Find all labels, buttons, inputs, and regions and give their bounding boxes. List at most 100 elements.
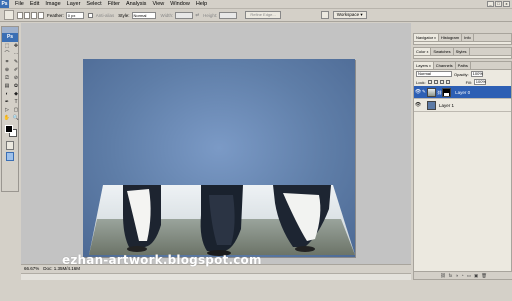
eraser-tool-icon[interactable]: ▤ <box>3 83 11 90</box>
healing-brush-icon[interactable]: ⊕ <box>3 67 11 74</box>
watermark-text: ezhan-artwork.blogspot.com <box>62 253 262 267</box>
menu-analysis[interactable]: Analysis <box>123 0 149 9</box>
slice-tool-icon[interactable]: ✎ <box>12 59 20 66</box>
adjustment-layer-icon[interactable]: ◔ <box>461 273 464 278</box>
tab-histogram[interactable]: Histogram <box>438 34 463 41</box>
brush-tool-icon[interactable]: ✐ <box>12 67 20 74</box>
gradient-tool-icon[interactable]: ✿ <box>12 83 20 90</box>
palette-well-icon[interactable] <box>320 11 329 19</box>
layer-thumbnail <box>427 87 436 97</box>
marquee-tool-icon[interactable]: ⬚ <box>3 43 11 50</box>
menu-edit[interactable]: Edit <box>27 0 42 9</box>
subtract-selection-icon[interactable] <box>31 11 37 19</box>
horizontal-scrollbar[interactable] <box>21 273 411 280</box>
zoom-level[interactable]: 66.67% <box>24 265 42 273</box>
screen-mode-button[interactable] <box>6 152 14 161</box>
move-tool-icon[interactable]: ✥ <box>12 43 20 50</box>
lock-label: Lock: <box>416 79 426 85</box>
tab-close-icon[interactable]: x <box>434 36 436 40</box>
tab-styles[interactable]: Styles <box>453 48 470 55</box>
quick-mask-button[interactable] <box>6 141 14 150</box>
opacity-input[interactable]: 100% <box>470 71 483 77</box>
menu-layer[interactable]: Layer <box>64 0 84 9</box>
lasso-tool-icon[interactable]: ⌒ <box>3 51 11 58</box>
tab-swatches[interactable]: Swatches <box>431 48 454 55</box>
width-input[interactable] <box>175 11 194 19</box>
style-select[interactable]: Normal <box>131 11 156 19</box>
document-canvas[interactable] <box>83 59 355 257</box>
new-group-icon[interactable]: ▭ <box>467 273 471 279</box>
blend-mode-select[interactable]: Normal <box>416 71 452 77</box>
blur-tool-icon[interactable]: ◐ <box>3 91 11 98</box>
intersect-selection-icon[interactable] <box>38 11 44 19</box>
lock-all-icon[interactable] <box>445 80 450 84</box>
dodge-tool-icon[interactable]: ◆ <box>12 91 20 98</box>
lock-image-icon[interactable] <box>433 80 438 84</box>
lock-transparent-icon[interactable] <box>427 80 432 84</box>
layers-footer: ⛓ fx ◑ ◔ ▭ ▣ 🗑 <box>414 271 512 279</box>
hand-tool-icon[interactable]: ✋ <box>3 115 11 122</box>
marquee-tool-preset-icon[interactable] <box>4 10 14 20</box>
clone-stamp-icon[interactable]: ⎚ <box>3 75 11 82</box>
magic-wand-icon[interactable]: ⋯ <box>12 51 20 58</box>
menu-bar: Ps File Edit Image Layer Select Filter A… <box>0 0 512 9</box>
crop-tool-icon[interactable]: ⌗ <box>3 59 11 66</box>
lock-position-icon[interactable] <box>439 80 444 84</box>
menu-filter[interactable]: Filter <box>105 0 123 9</box>
link-layers-icon[interactable]: ⛓ <box>440 273 446 279</box>
layer-name[interactable]: Layer 1 <box>439 103 454 108</box>
foreground-color-swatch[interactable] <box>5 125 13 133</box>
tab-paths[interactable]: Paths <box>455 62 471 69</box>
tab-layers[interactable]: Layersx <box>414 62 434 69</box>
tab-close-icon[interactable]: x <box>429 64 431 68</box>
eye-icon[interactable]: 👁 <box>414 102 422 108</box>
height-input[interactable] <box>219 11 238 19</box>
minimize-button[interactable]: _ <box>487 1 494 7</box>
tab-channels[interactable]: Channels <box>433 62 456 69</box>
tab-info[interactable]: Info <box>462 34 474 41</box>
path-select-icon[interactable]: ▷ <box>3 107 11 114</box>
toolbox-logo: Ps <box>2 33 18 42</box>
menu-select[interactable]: Select <box>83 0 104 9</box>
layer-style-icon[interactable]: fx <box>449 273 453 278</box>
history-brush-icon[interactable]: ⊘ <box>12 75 20 82</box>
add-mask-icon[interactable]: ◑ <box>455 273 458 278</box>
menu-file[interactable]: File <box>12 0 27 9</box>
layer-row-layer-1[interactable]: 👁 Layer 1 <box>414 99 511 112</box>
maximize-button[interactable]: □ <box>495 1 502 7</box>
close-button[interactable]: x <box>503 1 510 7</box>
fill-input[interactable]: 100% <box>473 79 486 85</box>
trash-icon[interactable]: 🗑 <box>481 273 487 279</box>
penguin-photo-layer <box>89 185 355 256</box>
layer-mask-thumbnail[interactable] <box>442 87 452 97</box>
add-selection-icon[interactable] <box>24 11 30 19</box>
tab-color[interactable]: Colorx <box>414 48 432 55</box>
type-tool-icon[interactable]: T <box>12 99 20 106</box>
zoom-tool-icon[interactable]: 🔍 <box>12 115 20 122</box>
layer-name[interactable]: Layer 0 <box>455 90 470 95</box>
fill-label: Fill: <box>465 79 472 85</box>
workspace-button[interactable]: Workspace ▾ <box>332 11 367 19</box>
opacity-label: Opacity: <box>454 71 469 77</box>
antialias-checkbox[interactable] <box>87 12 93 18</box>
swap-icon[interactable]: ⇄ <box>195 12 199 18</box>
height-label: Height: <box>203 12 218 18</box>
shape-tool-icon[interactable]: ▢ <box>12 107 20 114</box>
layer-row-layer-0[interactable]: 👁 ✎ ⛓ Layer 0 <box>414 86 511 99</box>
new-selection-icon[interactable] <box>17 11 23 19</box>
tab-close-icon[interactable]: x <box>427 50 429 54</box>
tab-navigator[interactable]: Navigatorx <box>414 34 439 41</box>
menu-help[interactable]: Help <box>193 0 210 9</box>
new-layer-icon[interactable]: ▣ <box>474 273 478 279</box>
feather-input[interactable]: 0 px <box>65 11 84 19</box>
navigator-panel: Navigatorx Histogram Info <box>413 33 512 45</box>
menu-window[interactable]: Window <box>167 0 193 9</box>
menu-view[interactable]: View <box>149 0 167 9</box>
canvas-workarea <box>21 23 411 264</box>
pen-tool-icon[interactable]: ✒ <box>3 99 11 106</box>
refine-edge-button[interactable]: Refine Edge... <box>245 11 281 19</box>
options-bar: Feather: 0 px Anti-alias Style: Normal W… <box>0 9 512 22</box>
eye-icon[interactable]: 👁 <box>414 89 422 95</box>
feather-label: Feather: <box>47 12 64 18</box>
menu-image[interactable]: Image <box>42 0 63 9</box>
